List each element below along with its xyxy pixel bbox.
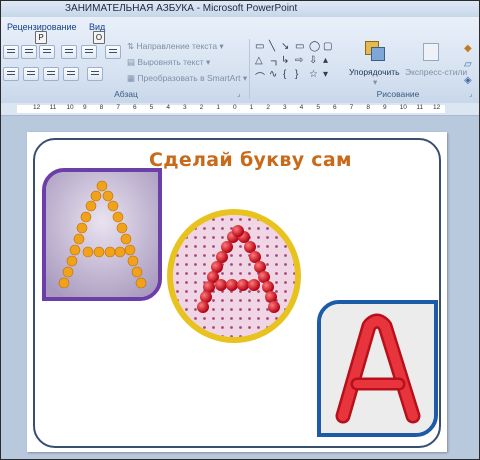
ruler-label: 9 <box>83 104 87 111</box>
ruler-label: 0 <box>233 104 237 111</box>
bullets-button[interactable] <box>3 45 19 59</box>
gallery-scroll-up-icon[interactable]: ▴ <box>323 55 328 66</box>
keytip-view: О <box>93 31 105 44</box>
plasticine-letter-a-icon <box>321 304 434 433</box>
right-arrow-shape-icon[interactable]: ⇨ <box>295 55 303 66</box>
slide-editing-area[interactable]: Сделай букву сам <box>1 116 479 459</box>
numbering-button[interactable] <box>21 45 37 59</box>
align-left-button[interactable] <box>3 67 19 81</box>
ruler-label: 7 <box>349 104 354 111</box>
powerpoint-window: ЗАНИМАТЕЛЬНАЯ АЗБУКА - Microsoft PowerPo… <box>0 0 480 460</box>
arrange-label: Упорядочить <box>349 67 400 77</box>
line-spacing-button[interactable] <box>81 45 97 59</box>
text-direction-button[interactable]: ⇅ Направление текста ▾ <box>127 41 224 52</box>
ruler-label: 10 <box>66 104 74 111</box>
align-text-label: Выровнять текст <box>137 57 204 67</box>
ruler-label: 3 <box>283 104 287 111</box>
justify-button[interactable] <box>63 67 79 81</box>
plasticine-letter-picture[interactable] <box>317 300 438 437</box>
oval-shape-icon[interactable]: ◯ <box>309 41 320 52</box>
quick-styles-label: Экспресс-стили <box>405 67 468 77</box>
increase-indent-button[interactable] <box>61 45 77 59</box>
ruler-label: 9 <box>383 104 387 111</box>
pegboard-inner <box>173 215 295 337</box>
distribute-button[interactable] <box>87 67 103 81</box>
horizontal-ruler: 12 11 10 9 8 7 6 5 4 3 2 1 0 1 2 3 4 5 6 7 8 9 10 11 12 <box>1 103 479 116</box>
textbox-shape-icon[interactable]: ▭ <box>255 41 264 52</box>
right-brace-shape-icon[interactable]: } <box>295 69 298 80</box>
columns-button[interactable] <box>105 45 121 59</box>
slide[interactable]: Сделай букву сам <box>27 132 447 452</box>
keytip-review: Р <box>35 31 47 44</box>
ruler-label: 2 <box>266 104 270 111</box>
star-shape-icon[interactable]: ☆ <box>309 69 318 80</box>
ruler-label: 10 <box>399 104 407 111</box>
arrange-dropdown-icon: ▾ <box>373 77 378 87</box>
shape-outline-icon[interactable]: ▱ <box>464 59 472 70</box>
ruler-label: 11 <box>416 104 424 111</box>
curve-shape-icon[interactable]: ⌒ <box>255 69 265 84</box>
freeform-shape-icon[interactable]: ∿ <box>269 69 277 80</box>
ruler-label: 5 <box>149 104 154 111</box>
down-arrow-shape-icon[interactable]: ⇩ <box>309 55 317 66</box>
decrease-indent-button[interactable] <box>39 45 55 59</box>
elbow-arrow-shape-icon[interactable]: ↳ <box>281 55 289 66</box>
arrange-button[interactable]: Упорядочить ▾ <box>349 39 403 87</box>
ruler-label: 6 <box>333 104 337 111</box>
quick-styles-icon <box>423 43 439 61</box>
ruler-label: 7 <box>116 104 120 111</box>
ruler-label: 8 <box>99 104 104 111</box>
gallery-more-icon[interactable]: ▾ <box>323 69 328 80</box>
align-text-button[interactable]: ▤ Выровнять текст ▾ <box>127 57 210 68</box>
ruler-label: 1 <box>249 104 254 111</box>
line-shape-icon[interactable]: ╲ <box>269 41 275 52</box>
triangle-shape-icon[interactable]: △ <box>255 55 263 66</box>
slide-title[interactable]: Сделай букву сам <box>149 149 352 171</box>
paragraph-dialog-launcher-icon[interactable]: ⌟ <box>237 90 240 98</box>
ruler-label: 2 <box>199 104 204 111</box>
ruler-label: 5 <box>316 104 320 111</box>
arrange-icon-back <box>371 47 385 61</box>
ribbon: Рецензирование Р Вид О ⇅ Направление тек… <box>1 17 479 104</box>
beads-letter-picture[interactable] <box>42 168 162 301</box>
ruler-label: 11 <box>49 104 57 111</box>
ruler-label: 3 <box>183 104 187 111</box>
arrow-line-shape-icon[interactable]: ↘ <box>281 41 289 52</box>
ruler-label: 12 <box>33 104 41 111</box>
drawing-dialog-launcher-icon[interactable]: ⌟ <box>469 90 472 98</box>
convert-smartart-button[interactable]: ▦ Преобразовать в SmartArt ▾ <box>127 73 247 84</box>
ruler-label: 12 <box>433 104 441 111</box>
title-bar: ЗАНИМАТЕЛЬНАЯ АЗБУКА - Microsoft PowerPo… <box>1 1 479 17</box>
group-separator <box>249 39 250 99</box>
ruler-label: 4 <box>166 104 170 111</box>
quick-styles-button[interactable]: Экспресс-стили <box>405 39 467 87</box>
ruler-label: 6 <box>133 104 137 111</box>
pegboard-letter-picture[interactable] <box>167 209 301 343</box>
align-right-button[interactable] <box>43 67 59 81</box>
left-brace-shape-icon[interactable]: { <box>283 69 286 80</box>
drawing-group-label: Рисование <box>376 89 420 99</box>
ruler-band <box>17 105 445 113</box>
rounded-rect-shape-icon[interactable]: ▢ <box>323 41 332 52</box>
window-title: ЗАНИМАТЕЛЬНАЯ АЗБУКА - Microsoft PowerPo… <box>65 3 298 14</box>
convert-smartart-label: Преобразовать в SmartArt <box>137 73 241 83</box>
shape-effects-icon[interactable]: ◈ <box>464 75 472 86</box>
pegboard-letter-a-icon <box>173 215 295 337</box>
shapes-gallery[interactable]: ▭ ╲ ↘ ▭ ◯ ▢ △ ㄱ ↳ ⇨ ⇩ ▴ ⌒ ∿ { } ☆ ▾ <box>253 41 343 85</box>
paragraph-group-label: Абзац <box>114 89 138 99</box>
beads-letter-a-icon <box>46 172 158 297</box>
ruler-label: 4 <box>299 104 304 111</box>
align-center-button[interactable] <box>23 67 39 81</box>
rectangle-shape-icon[interactable]: ▭ <box>295 41 304 52</box>
ruler-label: 1 <box>216 104 220 111</box>
ruler-label: 8 <box>366 104 370 111</box>
text-direction-label: Направление текста <box>136 41 218 51</box>
elbow-connector-shape-icon[interactable]: ㄱ <box>269 55 278 70</box>
shape-fill-icon[interactable]: ◆ <box>464 43 472 54</box>
